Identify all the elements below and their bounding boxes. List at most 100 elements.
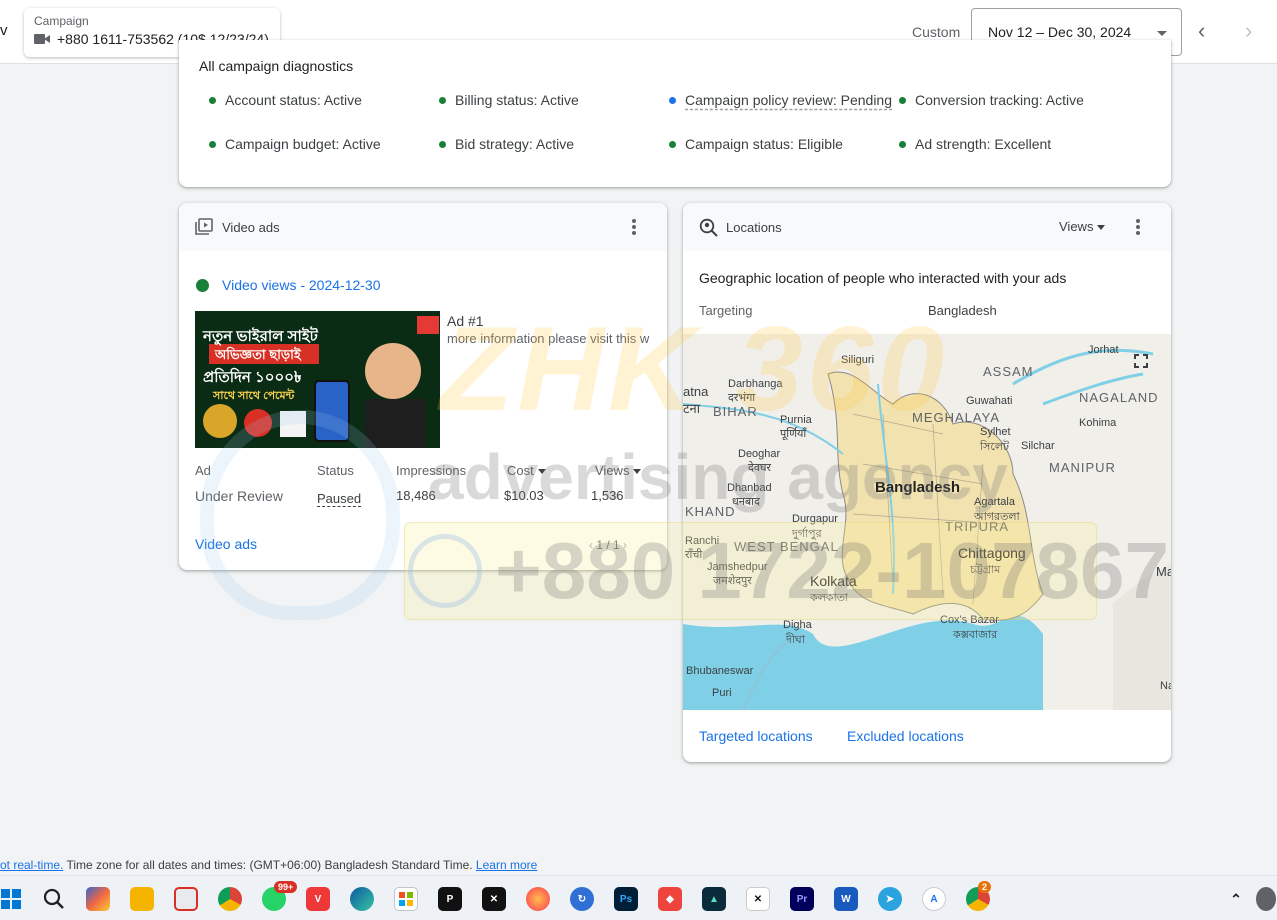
edge-icon[interactable] (350, 887, 374, 911)
word-icon[interactable]: W (834, 887, 858, 911)
chrome-icon[interactable] (218, 887, 242, 911)
dropdown-arrow-icon (1157, 31, 1167, 36)
map-label-deoghar-local: देवघर (748, 462, 771, 474)
map-label-bihar: BIHAR (713, 404, 758, 419)
anydesk-icon[interactable]: ◆ (658, 887, 682, 911)
windows-start-icon[interactable] (0, 887, 22, 911)
whatsapp-icon[interactable]: 99+ (262, 881, 298, 911)
filmora-icon[interactable]: ▲ (702, 887, 726, 911)
premiere-pro-icon[interactable]: Pr (790, 887, 814, 911)
ad-impressions: 18,486 (396, 488, 436, 503)
targeting-value: Bangladesh (928, 303, 997, 318)
system-tray-icon[interactable] (1256, 887, 1276, 911)
chrome-profile-icon[interactable]: 2 (966, 881, 992, 911)
column-header-ad: Ad (195, 463, 211, 478)
realtime-link[interactable]: ot real-time. (0, 858, 63, 872)
map-label-tripura: TRIPURA (945, 519, 1010, 534)
diagnostic-conversion-tracking: Conversion tracking: Active (899, 92, 1084, 108)
date-range-value: Nov 12 – Dec 30, 2024 (988, 24, 1132, 40)
map-label-patna: atna (683, 384, 709, 399)
video-views-link[interactable]: Video views - 2024-12-30 (196, 277, 381, 293)
prev-page-icon[interactable]: ‹ (589, 538, 593, 552)
pagination: ‹ 1 / 1 › (589, 538, 628, 552)
capcut-alt-icon[interactable]: ✕ (746, 887, 770, 911)
map-label-chittagong-local: চট্টগ্রাম (970, 564, 1001, 576)
map-label-purnia: Purnia (780, 414, 812, 426)
status-dot (899, 140, 906, 148)
map-label-coxs-bazar: Cox's Bazar (940, 614, 999, 626)
map-label-digha-local: দীঘা (786, 634, 805, 646)
map-label-nagaland: NAGALAND (1079, 390, 1159, 405)
column-header-cost[interactable]: Cost (507, 463, 546, 478)
column-header-status: Status (317, 463, 354, 478)
truncated-nav-text: v (0, 22, 8, 39)
locations-subtitle: Geographic location of people who intera… (699, 270, 1067, 286)
map-label-guwahati: Guwahati (966, 395, 1013, 407)
capcut-pro-icon[interactable]: P (438, 887, 462, 911)
capcut-icon[interactable]: ✕ (482, 887, 506, 911)
diagnostics-title: All campaign diagnostics (199, 58, 354, 74)
dropdown-arrow-icon (1097, 225, 1106, 231)
more-options-icon[interactable] (632, 219, 636, 235)
vivaldi-icon[interactable]: V (306, 887, 330, 911)
location-map[interactable]: Siliguri atna टना Darbhanga दरभंगा BIHAR… (683, 334, 1171, 710)
next-page-icon[interactable]: › (623, 538, 627, 552)
status-dot (899, 96, 906, 104)
snipping-tool-icon[interactable] (174, 887, 198, 911)
map-label-kolkata-local: কলকাতা (810, 592, 849, 604)
map-label-agartala: Agartala (974, 496, 1015, 508)
locations-header: Locations Views (683, 203, 1171, 251)
next-period-button[interactable]: › (1245, 20, 1252, 42)
microsoft-store-icon[interactable] (394, 887, 418, 911)
video-ads-header: Video ads (179, 203, 667, 251)
firefox-icon[interactable] (526, 887, 550, 911)
search-icon[interactable] (42, 887, 66, 911)
status-dot (196, 278, 209, 292)
diagnostic-policy-review[interactable]: Campaign policy review: Pending (669, 92, 892, 108)
metric-dropdown[interactable]: Views (1059, 219, 1106, 234)
ad-status[interactable]: Paused (317, 491, 362, 507)
diagnostic-campaign-budget: Campaign budget: Active (209, 136, 381, 152)
fullscreen-icon[interactable] (1134, 354, 1148, 368)
ad-description: more information please visit this w (447, 331, 650, 346)
map-label-ranchi: Ranchi (685, 535, 720, 547)
map-label-manipur: MANIPUR (1049, 460, 1116, 475)
column-header-views[interactable]: Views (595, 463, 642, 478)
sort-caret-icon (537, 469, 546, 475)
app-icon[interactable]: A (922, 887, 946, 911)
thumbnail-subline: অভিজ্ঞতা ছাড়াই (215, 347, 301, 362)
chevron-up-icon[interactable]: ⌃ (1224, 887, 1248, 911)
status-dot (439, 96, 446, 104)
map-label-meghalaya: MEGHALAYA (912, 410, 1000, 425)
targeted-locations-link[interactable]: Targeted locations (699, 728, 813, 744)
sync-icon[interactable]: ↻ (570, 887, 594, 911)
map-label-puri: Puri (712, 687, 732, 699)
photoshop-icon[interactable]: Ps (614, 887, 638, 911)
map-label-jharkhand: KHAND (685, 504, 736, 519)
ad-views: 1,536 (591, 488, 624, 503)
excluded-locations-link[interactable]: Excluded locations (847, 728, 964, 744)
date-preset-label: Custom (912, 24, 961, 40)
map-label-jamshedpur-local: जमशेदपुर (713, 575, 752, 587)
map-label-sylhet-local: সিলেট (980, 441, 1010, 453)
map-label-dhanbad-local: धनबाद (732, 496, 760, 508)
map-label-sylhet: Sylhet (980, 426, 1011, 438)
telegram-icon[interactable]: ➤ (878, 887, 902, 911)
ad-cost: $10.03 (504, 488, 544, 503)
more-options-icon[interactable] (1136, 219, 1140, 235)
video-thumbnail[interactable]: নতুন ভাইরাল সাইট অভিজ্ঞতা ছাড়াই প্রতিদি… (195, 311, 440, 448)
map-label-purnia-local: पूर्णियाँ (780, 428, 807, 440)
learn-more-link[interactable]: Learn more (476, 858, 537, 872)
map-label-silchar: Silchar (1021, 440, 1055, 452)
diagnostic-bid-strategy: Bid strategy: Active (439, 136, 574, 152)
map-label-chittagong: Chittagong (958, 545, 1026, 561)
campaign-diagnostics-card: All campaign diagnostics Account status:… (179, 40, 1171, 187)
map-label-jamshedpur: Jamshedpur (707, 561, 768, 573)
previous-period-button[interactable]: ‹ (1198, 20, 1205, 42)
file-explorer-icon[interactable] (130, 887, 154, 911)
video-ads-link[interactable]: Video ads (195, 536, 257, 552)
copilot-icon[interactable] (86, 887, 110, 911)
diagnostic-campaign-status: Campaign status: Eligible (669, 136, 843, 152)
campaign-selector-label: Campaign (34, 14, 89, 28)
map-label-deoghar: Deoghar (738, 448, 781, 460)
